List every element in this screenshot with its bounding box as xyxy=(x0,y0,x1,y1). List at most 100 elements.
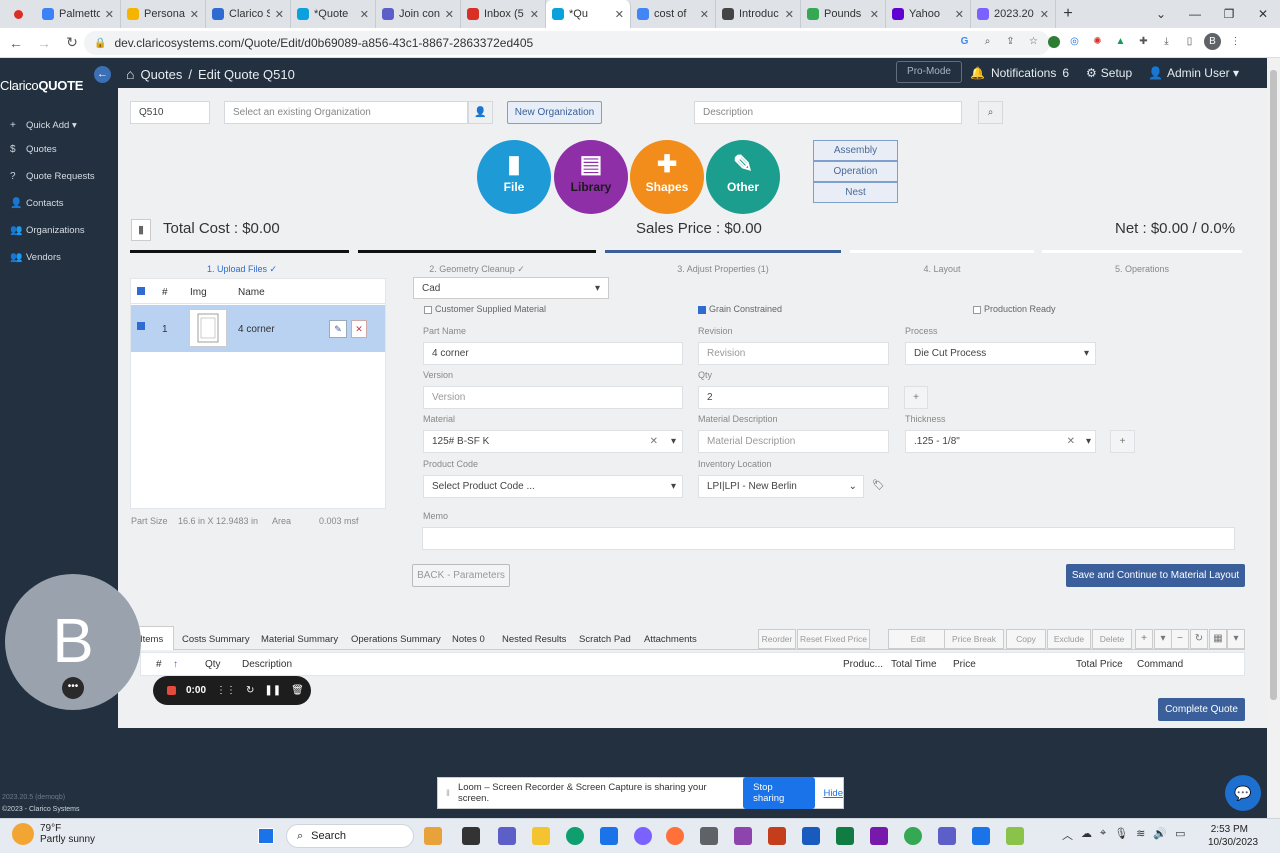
tab-close-icon[interactable]: ✕ xyxy=(105,8,114,21)
save-icon[interactable]: ▮ xyxy=(131,219,151,241)
browser-tab[interactable]: Clarico S ✕ xyxy=(206,0,291,28)
browser-tab[interactable]: Pounds ✕ xyxy=(801,0,886,28)
column-header[interactable]: ↑ xyxy=(173,659,178,670)
browser-tab[interactable]: Introduc ✕ xyxy=(716,0,801,28)
setup-menu[interactable]: ⚙ Setup xyxy=(1086,66,1132,80)
search-icon[interactable]: ⌕ xyxy=(978,101,1003,124)
taskbar-app-teams-chat[interactable] xyxy=(498,827,516,845)
share-icon[interactable]: ⇪ xyxy=(1002,33,1019,50)
nest-button[interactable]: Nest xyxy=(813,182,898,203)
microphone-icon[interactable]: 🎙 xyxy=(1114,827,1128,843)
tab-search-icon[interactable]: ⌄ xyxy=(1144,0,1178,28)
customer-supplied-checkbox[interactable] xyxy=(424,305,432,314)
add-qty-button[interactable]: + xyxy=(904,386,928,409)
quote-number-field[interactable]: Q510 xyxy=(130,101,210,124)
taskbar-app-word[interactable] xyxy=(802,827,820,845)
bookmark-star-icon[interactable]: ☆ xyxy=(1025,33,1042,50)
tab-close-icon[interactable]: ✕ xyxy=(190,8,199,21)
pro-mode-button[interactable]: Pro-Mode xyxy=(896,61,962,83)
step-5[interactable]: 5. Operations xyxy=(1072,264,1212,274)
stop-sharing-button[interactable]: Stop sharing xyxy=(743,777,816,809)
taskbar-app-taskview[interactable] xyxy=(462,827,480,845)
browser-tab[interactable]: Join con ✕ xyxy=(376,0,461,28)
hide-link[interactable]: Hide xyxy=(823,788,843,799)
tab-close-icon[interactable]: ✕ xyxy=(700,8,709,21)
refresh-icon[interactable]: ↻ xyxy=(1190,629,1208,649)
assembly-button[interactable]: Assembly xyxy=(813,140,898,161)
tab-material-summary[interactable]: Material Summary xyxy=(261,634,338,645)
grid-icon[interactable]: ⋮⋮ xyxy=(216,685,236,696)
taskbar-search[interactable]: ⌕ Search xyxy=(286,824,414,848)
more-options-icon[interactable]: ••• xyxy=(62,677,84,699)
pause-icon[interactable]: ❚❚ xyxy=(264,685,281,696)
columns-menu-icon[interactable]: ▾ xyxy=(1227,629,1245,649)
browser-tab[interactable]: *Qu ✕ xyxy=(546,0,631,28)
process-select[interactable]: Die Cut Process ▾ xyxy=(905,342,1096,365)
browser-tab[interactable]: 2023.20 ✕ xyxy=(971,0,1056,28)
browser-tab[interactable]: Palmetto ✕ xyxy=(36,0,121,28)
page-scrollbar-thumb[interactable] xyxy=(1270,70,1277,700)
part-name-field[interactable]: 4 corner xyxy=(423,342,683,365)
grain-constrained-option[interactable]: Grain Constrained xyxy=(698,304,782,314)
taskbar-app-edge[interactable] xyxy=(566,827,584,845)
column-header[interactable]: Command xyxy=(1137,659,1183,670)
start-icon[interactable] xyxy=(258,828,274,844)
download-icon[interactable]: ⤓ xyxy=(1158,33,1175,50)
extension-icon-2[interactable]: ◎ xyxy=(1066,33,1083,50)
column-header[interactable]: Qty xyxy=(205,659,221,670)
taskbar-app-copilot[interactable] xyxy=(634,827,652,845)
add-row-button[interactable]: + xyxy=(1135,629,1153,649)
select-all-checkbox[interactable] xyxy=(137,287,145,295)
onedrive-icon[interactable]: ☁ xyxy=(1081,827,1092,843)
toolbar-edit-button[interactable]: Edit xyxy=(888,629,948,649)
taskbar-app-store[interactable] xyxy=(600,827,618,845)
sidebar-item-quote-requests[interactable]: ? Quote Requests xyxy=(10,171,95,182)
tab-notes-0[interactable]: Notes 0 xyxy=(452,634,485,645)
production-ready-checkbox[interactable] xyxy=(973,305,981,314)
description-field[interactable]: Description xyxy=(694,101,962,124)
chat-icon[interactable]: 💬 xyxy=(1225,775,1261,811)
new-organization-button[interactable]: New Organization xyxy=(507,101,602,124)
new-tab-button[interactable]: + xyxy=(1056,5,1080,23)
browser-tab[interactable]: *Quote ✕ xyxy=(291,0,376,28)
tab-costs-summary[interactable]: Costs Summary xyxy=(182,634,250,645)
toolbar-exclude-button[interactable]: Exclude xyxy=(1047,629,1091,649)
battery-icon[interactable]: ▭ xyxy=(1175,827,1185,843)
reload-icon[interactable]: ↻ xyxy=(60,34,84,51)
column-header[interactable]: Total Time xyxy=(891,659,937,670)
user-menu[interactable]: 👤 Admin User ▾ xyxy=(1148,66,1239,80)
extension-icon-3[interactable]: ✺ xyxy=(1089,33,1106,50)
tab-close-icon[interactable]: ✕ xyxy=(870,8,879,21)
column-header[interactable]: Price xyxy=(953,659,976,670)
profile-avatar[interactable]: B xyxy=(1204,33,1221,50)
operation-button[interactable]: Operation xyxy=(813,161,898,182)
inventory-location-select[interactable]: LPI|LPI - New Berlin ⌄ xyxy=(698,475,864,498)
back-parameters-button[interactable]: BACK - Parameters xyxy=(412,564,510,587)
stop-recording-icon[interactable] xyxy=(167,686,176,695)
tab-close-icon[interactable]: ✕ xyxy=(275,8,284,21)
back-icon[interactable]: ← xyxy=(4,35,28,51)
sidebar-item-quick-add[interactable]: + Quick Add ▾ xyxy=(10,120,77,131)
taskbar-app-excel[interactable] xyxy=(836,827,854,845)
column-header[interactable]: # xyxy=(156,659,162,670)
toolbar-reset-fixed-price-button[interactable]: Reset Fixed Price xyxy=(797,629,870,649)
tab-close-icon[interactable]: ✕ xyxy=(615,8,624,21)
notifications-menu[interactable]: 🔔 Notifications 6 xyxy=(970,66,1069,80)
save-continue-button[interactable]: Save and Continue to Material Layout xyxy=(1066,564,1245,587)
forward-icon[interactable]: → xyxy=(32,35,56,51)
organization-select[interactable]: Select an existing Organization xyxy=(224,101,468,124)
browser-tab[interactable]: Yahoo ✕ xyxy=(886,0,971,28)
edit-icon[interactable]: ✎ xyxy=(329,320,347,338)
weather-widget[interactable]: 79°F Partly sunny xyxy=(12,823,95,845)
column-header[interactable]: Description xyxy=(242,659,292,670)
collapse-sidebar-icon[interactable]: ← xyxy=(94,66,111,83)
taskbar-app-other[interactable] xyxy=(1006,827,1024,845)
url-field[interactable]: 🔒 dev.claricosystems.com/Quote/Edit/d0b6… xyxy=(84,31,1050,55)
sidebar-item-organizations[interactable]: 👥 Organizations xyxy=(10,225,85,236)
add-menu-button[interactable]: ▾ xyxy=(1154,629,1172,649)
tab-close-icon[interactable]: ✕ xyxy=(785,8,794,21)
zoom-icon[interactable]: ⌕ xyxy=(979,33,996,50)
tab-close-icon[interactable]: ✕ xyxy=(360,8,369,21)
location-icon[interactable]: ⌖ xyxy=(1100,827,1106,843)
shapes-action-button[interactable]: ✚ Shapes xyxy=(630,140,704,214)
